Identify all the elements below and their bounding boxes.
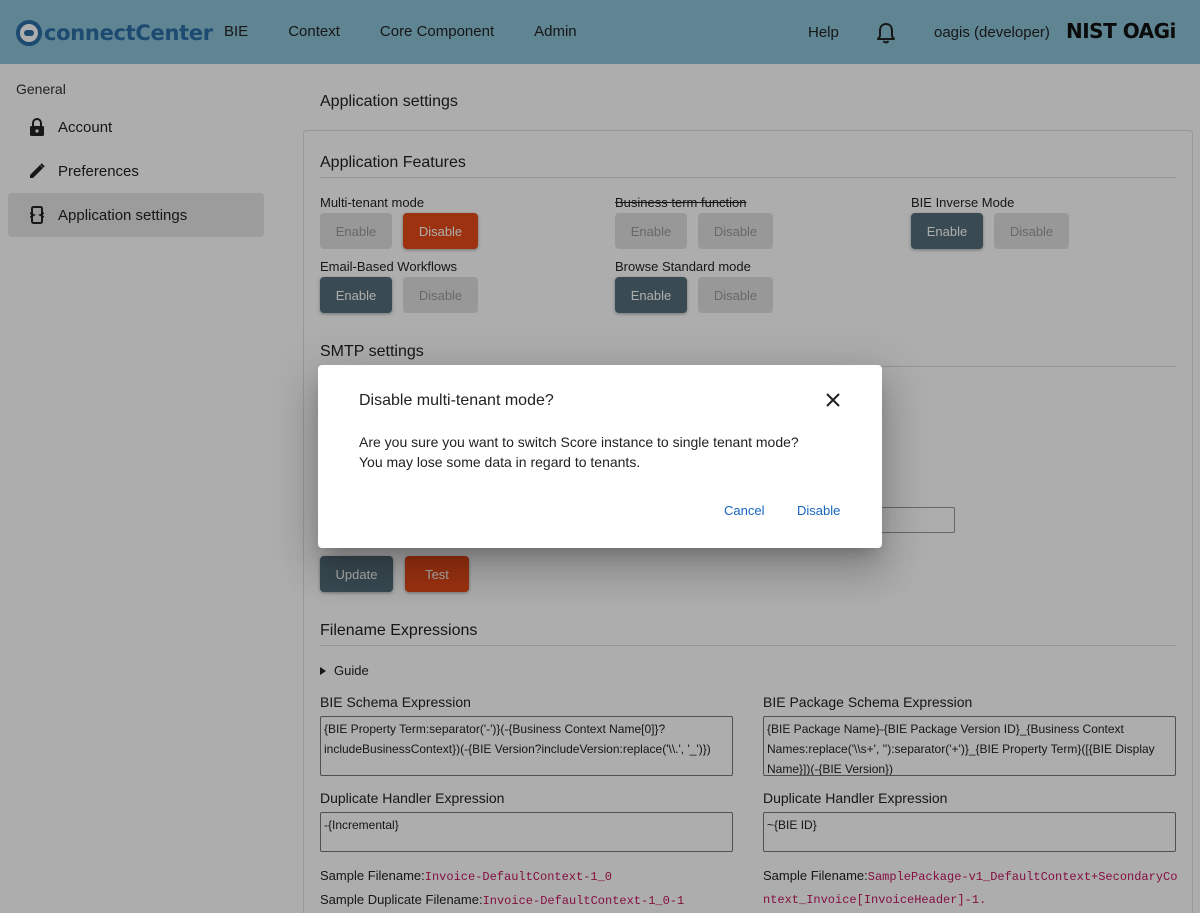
dialog-message-line-1: Are you sure you want to switch Score in… [359, 434, 799, 450]
cancel-button[interactable]: Cancel [724, 503, 764, 518]
dialog-title: Disable multi-tenant mode? [359, 392, 554, 409]
confirm-disable-button[interactable]: Disable [797, 503, 840, 518]
dialog-message: Are you sure you want to switch Score in… [359, 432, 859, 472]
confirm-dialog: Disable multi-tenant mode? Are you sure … [318, 365, 882, 548]
close-icon[interactable] [821, 388, 845, 412]
dialog-message-line-2: You may lose some data in regard to tena… [359, 454, 641, 470]
